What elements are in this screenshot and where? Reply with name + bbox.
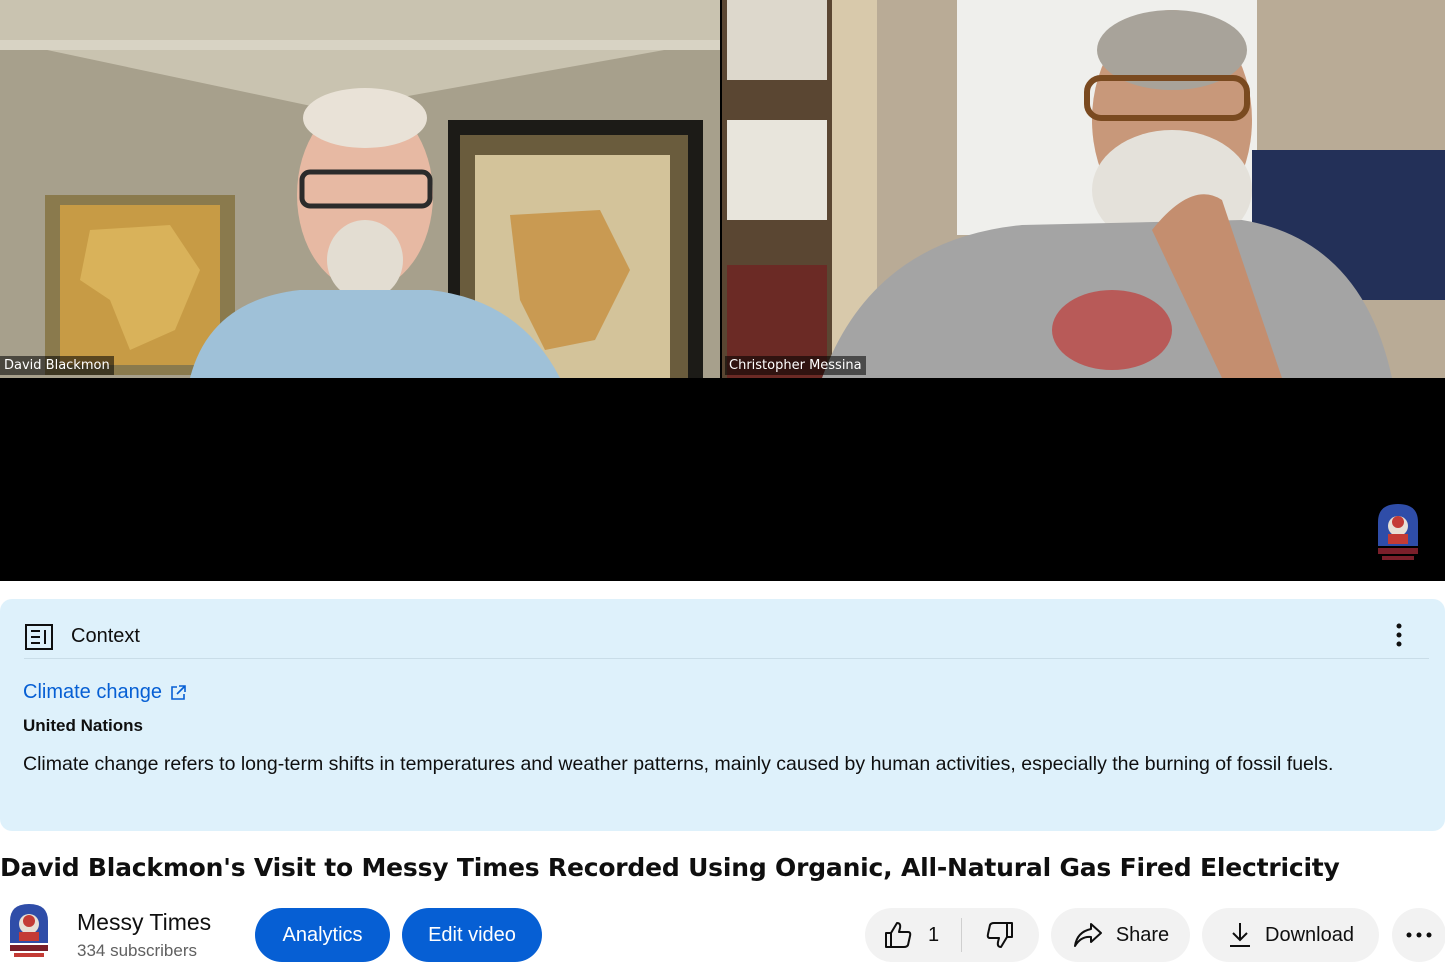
context-description: Climate change refers to long-term shift… <box>23 753 1334 775</box>
channel-avatar[interactable] <box>8 903 50 959</box>
video-player[interactable]: David Blackmon Christopher Messina <box>0 0 1445 581</box>
participant-name-tag: Christopher Messina <box>725 356 866 375</box>
like-dislike-group: 1 <box>865 908 1039 962</box>
context-title: Context <box>71 625 140 647</box>
context-source-name: United Nations <box>23 716 143 735</box>
participant-video-right: Christopher Messina <box>722 0 1445 378</box>
share-arrow-icon <box>1073 923 1102 947</box>
more-horiz-icon <box>1406 932 1432 938</box>
share-label: Share <box>1115 923 1170 946</box>
subscriber-count: 334 subscribers <box>77 941 198 960</box>
download-label: Download <box>1265 923 1354 946</box>
like-count: 1 <box>928 923 940 946</box>
edit-video-button[interactable]: Edit video <box>402 908 542 962</box>
share-button[interactable]: Share <box>1051 908 1190 962</box>
video-title: David Blackmon's Visit to Messy Times Re… <box>0 853 1340 882</box>
context-panel: Context Climate change United Nations Cl… <box>0 599 1445 831</box>
participant-video-left: David Blackmon <box>0 0 720 378</box>
like-button[interactable]: 1 <box>865 908 961 962</box>
context-source-link[interactable]: Climate change <box>23 681 188 704</box>
download-button[interactable]: Download <box>1202 908 1379 962</box>
thumbs-down-icon <box>986 922 1013 948</box>
more-vert-icon[interactable] <box>1387 619 1411 651</box>
thumbs-up-icon <box>885 922 912 948</box>
participant-name-tag: David Blackmon <box>0 356 114 375</box>
context-header: Context <box>24 615 1429 659</box>
download-icon <box>1230 923 1251 947</box>
analytics-button[interactable]: Analytics <box>255 908 390 962</box>
external-link-icon <box>171 684 186 700</box>
video-owner-row: Messy Times 334 subscribers Analytics Ed… <box>0 900 1445 971</box>
context-link-label: Climate change <box>23 681 162 703</box>
more-actions-button[interactable] <box>1392 908 1445 962</box>
dislike-button[interactable] <box>962 908 1038 962</box>
context-article-icon <box>25 623 53 650</box>
channel-name[interactable]: Messy Times <box>77 909 211 936</box>
messy-times-logo-icon <box>1378 504 1418 560</box>
